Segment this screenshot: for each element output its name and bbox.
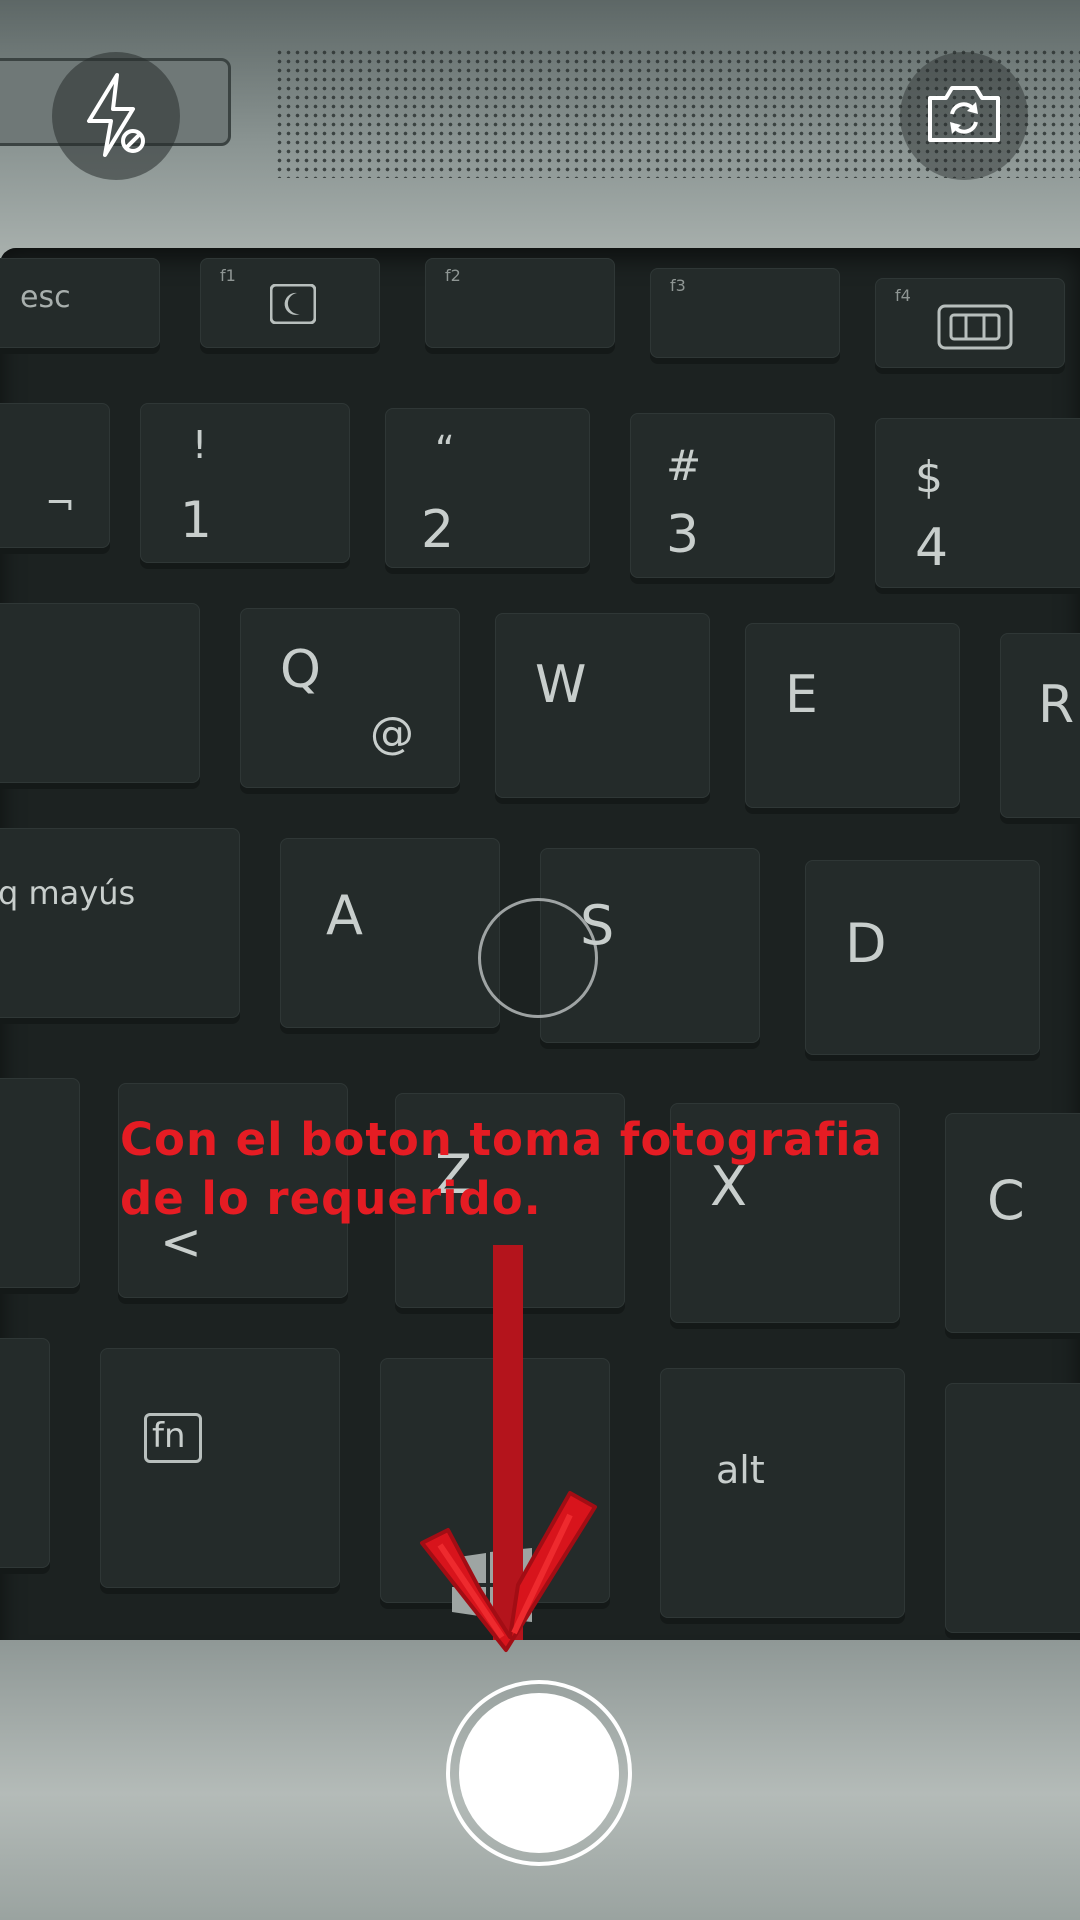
flash-off-icon [81, 71, 151, 161]
key-f3: f3 [650, 268, 840, 358]
instruction-line-2: de lo requerido. [120, 1172, 542, 1225]
key-d: D [805, 860, 1040, 1055]
switch-camera-button[interactable] [900, 52, 1028, 180]
key-label: 4 [915, 518, 949, 578]
key-tab [0, 603, 200, 783]
key-label: f3 [670, 276, 686, 295]
key-label: alt [716, 1448, 765, 1492]
key-label: fn [152, 1416, 186, 1456]
key-fn: fn [100, 1348, 340, 1588]
key-e: E [745, 623, 960, 808]
instruction-text: Con el boton toma fotografia de lo reque… [120, 1110, 1020, 1228]
key-label: @ [370, 708, 414, 759]
key-4: $ 4 [875, 418, 1080, 588]
moon-icon [269, 283, 317, 325]
key-label: esc [20, 280, 71, 315]
key-esc: esc [0, 258, 160, 348]
flash-toggle-button[interactable] [52, 52, 180, 180]
projector-icon [937, 304, 1013, 350]
key-w: W [495, 613, 710, 798]
focus-indicator [478, 898, 598, 1018]
key-label: 3 [666, 505, 700, 565]
shutter-button[interactable] [446, 1680, 632, 1866]
key-label: f2 [445, 266, 461, 285]
key-1: ! 1 [140, 403, 350, 563]
key-label: A [326, 884, 363, 947]
key-label: E [785, 665, 818, 725]
key-not: ¬ [0, 403, 110, 548]
key-label: q mayús [0, 874, 136, 912]
key-label: 2 [421, 500, 455, 560]
key-3: # 3 [630, 413, 835, 578]
key-label: ! [192, 423, 208, 467]
key-altgr [945, 1383, 1080, 1633]
key-label: “ [435, 428, 455, 472]
key-f2: f2 [425, 258, 615, 348]
key-label: R [1038, 675, 1075, 735]
key-2: “ 2 [385, 408, 590, 568]
key-caps: q mayús [0, 828, 240, 1018]
camera-screen: esc f1 f2 f3 f4 ¬ ! 1 “ 2 # 3 $ 4 Q @ W … [0, 0, 1080, 1920]
camera-switch-icon [924, 82, 1004, 150]
key-label: D [845, 912, 887, 975]
key-a: A [280, 838, 500, 1028]
key-label: # [666, 441, 702, 490]
key-alt: alt [660, 1368, 905, 1618]
key-label: ¬ [45, 483, 76, 524]
key-f4: f4 [875, 278, 1065, 368]
key-label: Q [280, 640, 321, 700]
key-ctrl [0, 1338, 50, 1568]
key-label: f4 [895, 286, 911, 305]
key-label: f1 [220, 266, 236, 285]
key-r: R [1000, 633, 1080, 818]
key-label: W [535, 655, 587, 715]
key-label: $ [915, 452, 943, 503]
key-q: Q @ [240, 608, 460, 788]
instruction-line-1: Con el boton toma fotografia [120, 1113, 883, 1166]
down-arrow-icon [410, 1245, 610, 1655]
key-shift [0, 1078, 80, 1288]
key-f1: f1 [200, 258, 380, 348]
shutter-icon [459, 1693, 619, 1853]
key-label: 1 [180, 491, 212, 549]
